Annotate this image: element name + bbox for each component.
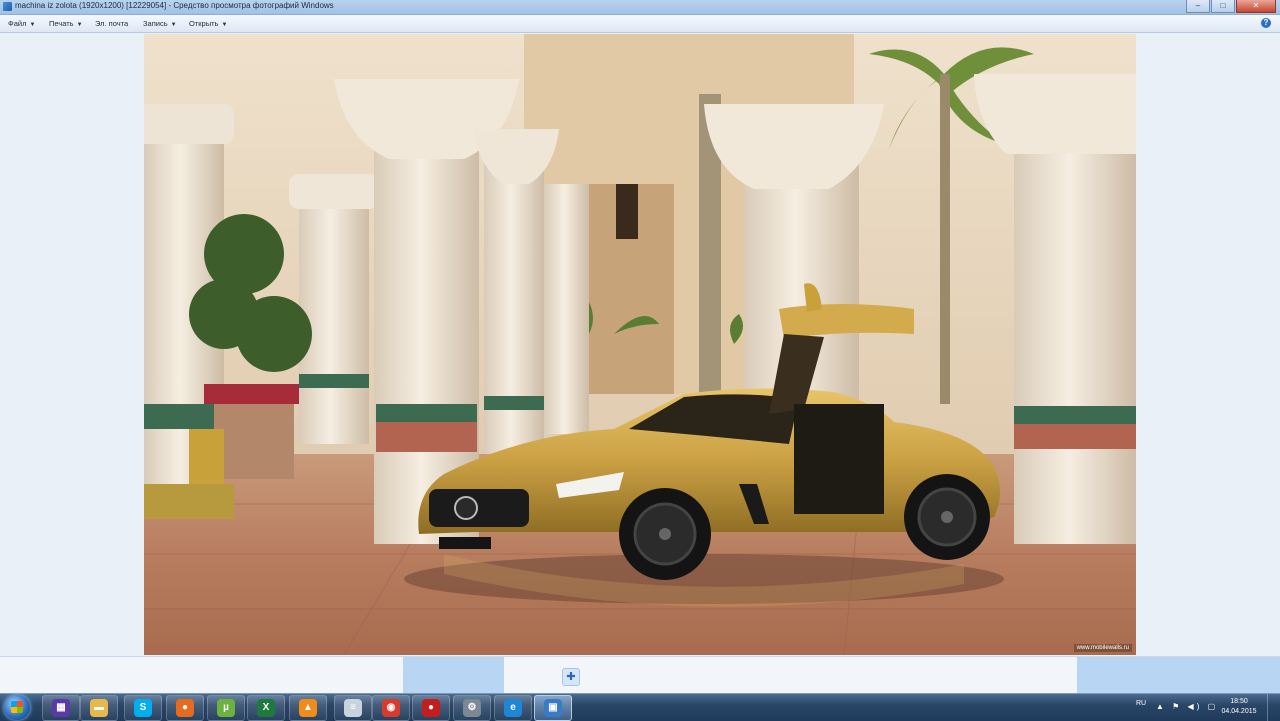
utorrent-icon: µ: [217, 699, 235, 717]
chevron-down-icon: ▼: [221, 22, 228, 28]
photo-watermark: www.mobilewalls.ru: [1073, 644, 1132, 652]
maximize-icon: □: [1220, 1, 1226, 10]
controls-left-highlight[interactable]: [403, 657, 504, 694]
excel-icon: X: [257, 699, 275, 717]
photo-viewer-icon: ▣: [544, 699, 562, 717]
menu-file-label: Файл: [8, 19, 27, 28]
taskbar-button-avast[interactable]: ▲: [289, 695, 327, 721]
menu-bar: Файл ▼ Печать ▼ Эл. почта Запись ▼ Открыть ▼…: [0, 15, 1280, 33]
menu-email-label: Эл. почта: [95, 19, 129, 28]
menu-burn-label: Запись: [143, 19, 168, 28]
menu-file[interactable]: Файл ▼: [8, 19, 35, 28]
displayed-photo: www.mobilewalls.ru: [144, 34, 1136, 655]
ie-icon: e: [504, 699, 522, 717]
firefox-icon: ●: [176, 699, 194, 717]
close-button[interactable]: ✕: [1236, 0, 1276, 13]
chevron-down-icon: ▼: [76, 22, 83, 28]
clock-time: 18:50: [1230, 698, 1248, 705]
menu-burn[interactable]: Запись ▼: [143, 19, 177, 28]
taskbar-button-skype[interactable]: S: [124, 695, 162, 721]
folder-icon: ▬: [90, 699, 108, 717]
record-icon: ●: [422, 699, 440, 717]
chrome-icon: ◉: [382, 699, 400, 717]
taskbar-button-notepad[interactable]: ≡: [334, 695, 372, 721]
menu-email[interactable]: Эл. почта: [95, 19, 128, 28]
close-icon: ✕: [1252, 1, 1260, 10]
taskbar-button-record[interactable]: ●: [412, 695, 450, 721]
taskbar-button-firefox[interactable]: ●: [166, 695, 204, 721]
menu-open[interactable]: Открыть ▼: [189, 19, 227, 28]
language-indicator[interactable]: RU: [1136, 700, 1146, 707]
window-title: machina iz zolota (1920x1200) [12229054]…: [15, 1, 334, 10]
notepad-icon: ≡: [344, 699, 362, 717]
controls-right-highlight[interactable]: [1077, 657, 1280, 694]
maximize-button[interactable]: □: [1211, 0, 1235, 13]
skype-icon: S: [134, 699, 152, 717]
taskbar-button-excel[interactable]: X: [247, 695, 285, 721]
help-icon[interactable]: ?: [1261, 18, 1271, 28]
avast-icon: ▲: [299, 699, 317, 717]
photo-illustration: [144, 34, 1136, 655]
tray-icons[interactable]: ▲ ⚑ ◀) ▢: [1156, 702, 1218, 711]
minimize-button[interactable]: –: [1186, 0, 1210, 13]
photo-viewer-app-icon: [3, 2, 12, 11]
show-desktop-button[interactable]: [1267, 694, 1274, 721]
menu-open-label: Открыть: [189, 19, 219, 28]
menu-print-label: Печать: [49, 19, 74, 28]
windows-start-icon[interactable]: [4, 695, 30, 720]
minimize-icon: –: [1195, 1, 1201, 10]
media-player-icon: ▦: [52, 699, 70, 717]
chevron-down-icon: ▼: [29, 22, 36, 28]
taskbar-button-utorrent[interactable]: µ: [207, 695, 245, 721]
taskbar-button-settings[interactable]: ⚙: [453, 695, 491, 721]
taskbar-button-media-player[interactable]: ▦: [42, 695, 80, 721]
clock[interactable]: 18:50 04.04.2015: [1214, 697, 1264, 717]
taskbar-button-photo-viewer[interactable]: ▣: [534, 695, 572, 721]
settings-icon: ⚙: [463, 699, 481, 717]
viewer-controls: ✚: [0, 656, 1280, 694]
window-controls: – □ ✕: [1185, 0, 1276, 13]
taskbar-button-ie[interactable]: e: [494, 695, 532, 721]
menu-print[interactable]: Печать ▼: [49, 19, 83, 28]
clock-date: 04.04.2015: [1221, 708, 1257, 715]
taskbar-button-folder[interactable]: ▬: [80, 695, 118, 721]
zoom-icon[interactable]: ✚: [562, 668, 580, 686]
taskbar: ▦ ▬ S ● µ X ▲ ≡ ◉ ● ⚙ e ▣ RU ▲ ⚑ ◀) ▢ 18:50 04.04.20…: [0, 693, 1280, 721]
taskbar-button-chrome[interactable]: ◉: [372, 695, 410, 721]
chevron-down-icon: ▼: [170, 22, 177, 28]
title-bar: machina iz zolota (1920x1200) [12229054]…: [0, 0, 1280, 15]
